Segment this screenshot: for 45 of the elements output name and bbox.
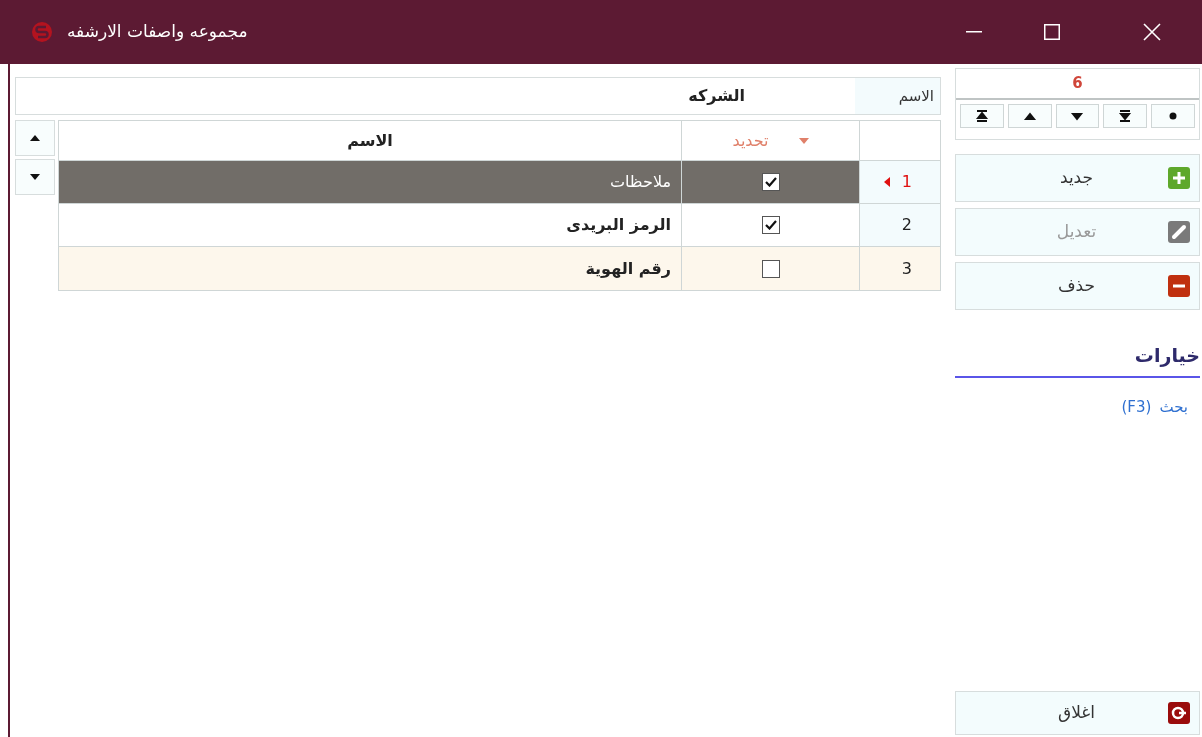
table-cell: ملاحظات: [59, 161, 681, 203]
options-header: خيارات: [955, 341, 1200, 378]
row-number: 3: [901, 257, 912, 280]
scroll-down-button[interactable]: [15, 159, 55, 195]
pencil-icon: [1167, 220, 1191, 244]
row-number: 1: [901, 171, 912, 193]
table-cell-text: رقم الهوية: [584, 257, 672, 280]
action-button[interactable]: حذف: [955, 262, 1200, 310]
close-form-button[interactable]: اغلاق: [955, 691, 1200, 735]
first-record-icon: [974, 110, 989, 122]
current-row-icon: [883, 177, 890, 187]
previous-record-icon: [1022, 110, 1037, 122]
down-arrow-icon: [30, 174, 40, 180]
up-arrow-icon: [30, 135, 40, 141]
action-button[interactable]: جديد: [955, 154, 1200, 202]
plus-icon: [1167, 166, 1191, 190]
field-label: الاسم: [855, 78, 940, 114]
check-icon: [764, 220, 777, 230]
nav-button[interactable]: [1007, 104, 1052, 128]
checkbox[interactable]: [761, 259, 780, 278]
close-icon: [1143, 23, 1161, 41]
checkbox[interactable]: [761, 216, 780, 234]
checkbox[interactable]: [761, 173, 780, 191]
next-record-icon: [1070, 110, 1085, 122]
maximize-icon: [1044, 24, 1060, 40]
minimize-icon: [966, 31, 982, 33]
last-record-icon: [1118, 110, 1133, 122]
nav-button[interactable]: [1151, 104, 1195, 128]
nav-button[interactable]: [1103, 104, 1148, 128]
nav-button[interactable]: [1055, 104, 1100, 128]
record-count: 6: [956, 69, 1199, 100]
scroll-up-button[interactable]: [15, 120, 55, 156]
dot-icon: [1169, 112, 1178, 120]
window-title: مجموعه واصفات الارشفه: [67, 20, 248, 44]
table-cell-text: الرمز البريدى: [565, 214, 672, 236]
minus-icon: [1167, 274, 1191, 298]
power-icon: [1167, 701, 1191, 725]
column-header[interactable]: الاسم: [59, 121, 681, 160]
field-value: الشركه: [687, 85, 746, 107]
nav-button[interactable]: [960, 104, 1004, 128]
sort-arrow-icon: [798, 137, 809, 144]
name-field[interactable]: الشركه الاسم: [15, 77, 941, 115]
row-number: 2: [901, 214, 912, 236]
check-icon: [764, 177, 777, 187]
logo-icon: [31, 21, 53, 43]
